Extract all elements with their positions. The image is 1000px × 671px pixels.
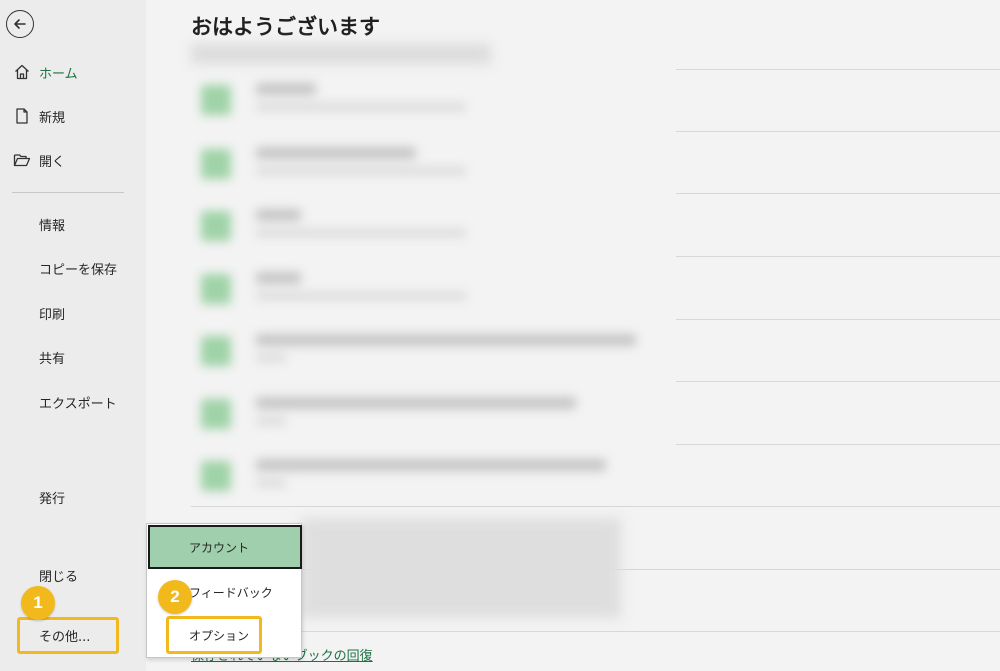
excel-file-icon xyxy=(201,336,231,366)
excel-file-icon xyxy=(201,399,231,429)
sidebar-item-publish[interactable]: 発行 xyxy=(0,479,146,515)
sidebar-item-label: 開く xyxy=(39,154,66,170)
divider xyxy=(676,381,1000,382)
blurred-file-path xyxy=(256,479,286,487)
blurred-file-name xyxy=(256,209,301,221)
sidebar-item-label: エクスポート xyxy=(39,396,117,412)
menu-item-label: オプション xyxy=(189,628,250,643)
divider xyxy=(676,69,1000,70)
menu-item-label: フィードバック xyxy=(189,585,273,600)
sidebar-item-label: コピーを保存 xyxy=(39,262,118,278)
divider xyxy=(676,319,1000,320)
recent-file-row[interactable] xyxy=(191,389,711,439)
recent-file-row[interactable] xyxy=(191,451,711,501)
divider xyxy=(676,256,1000,257)
excel-file-icon xyxy=(201,211,231,241)
divider xyxy=(676,131,1000,132)
sidebar-item-label: 新規 xyxy=(39,110,66,126)
excel-file-icon xyxy=(201,85,231,115)
excel-file-icon xyxy=(201,461,231,491)
sidebar-item-home[interactable]: ホーム xyxy=(0,54,146,90)
blurred-file-path xyxy=(256,103,466,111)
step-2-badge: 2 xyxy=(158,580,192,614)
sidebar-item-label: 発行 xyxy=(39,491,66,507)
menu-item-options[interactable]: オプション xyxy=(166,616,262,654)
blurred-file-path xyxy=(256,229,466,237)
step-1-badge: 1 xyxy=(21,586,55,620)
divider xyxy=(676,444,1000,445)
divider xyxy=(676,193,1000,194)
recent-file-row[interactable] xyxy=(191,201,711,251)
blurred-file-path xyxy=(256,417,286,425)
more-highlight-box xyxy=(17,617,119,654)
recent-file-row[interactable] xyxy=(191,264,711,314)
blurred-file-name xyxy=(256,83,316,95)
blurred-file-path xyxy=(256,292,466,300)
blurred-file-name xyxy=(256,147,416,159)
excel-file-icon xyxy=(201,149,231,179)
page-title: おはようございます xyxy=(191,15,380,39)
blurred-file-path xyxy=(256,354,286,362)
new-document-icon xyxy=(12,106,32,126)
menu-item-label: アカウント xyxy=(189,540,250,555)
recent-file-row[interactable] xyxy=(191,75,711,125)
recent-file-row[interactable] xyxy=(191,326,711,376)
sidebar-item-label: 印刷 xyxy=(39,307,66,323)
blurred-bottom-area xyxy=(301,518,621,618)
sidebar-item-share[interactable]: 共有 xyxy=(0,339,146,375)
sidebar-divider xyxy=(12,192,124,193)
menu-item-account[interactable]: アカウント xyxy=(148,525,302,569)
blurred-file-path xyxy=(256,167,466,175)
sidebar-item-save-copy[interactable]: コピーを保存 xyxy=(0,250,146,286)
blurred-file-name xyxy=(256,272,301,284)
recent-file-row[interactable] xyxy=(191,139,711,189)
sidebar-item-label: 閉じる xyxy=(39,569,79,585)
arrow-left-icon xyxy=(14,19,26,29)
sidebar-item-label: ホーム xyxy=(39,66,78,82)
blurred-file-name xyxy=(256,334,636,346)
sidebar-item-info[interactable]: 情報 xyxy=(0,206,146,242)
sidebar-item-new[interactable]: 新規 xyxy=(0,98,146,134)
divider xyxy=(191,631,1000,632)
backstage-sidebar: ホーム 新規 開く 情報 コピーを保存 印刷 共有 エクスポート 発行 閉じる … xyxy=(0,0,146,671)
blurred-file-name xyxy=(256,397,576,409)
excel-file-icon xyxy=(201,274,231,304)
blurred-file-name xyxy=(256,459,606,471)
home-icon xyxy=(12,62,32,82)
sidebar-item-export[interactable]: エクスポート xyxy=(0,384,146,420)
sidebar-item-open[interactable]: 開く xyxy=(0,142,146,178)
blurred-template-strip xyxy=(191,44,491,64)
sidebar-item-close[interactable]: 閉じる xyxy=(0,557,146,593)
back-button[interactable] xyxy=(6,10,34,38)
divider xyxy=(191,506,1000,507)
open-folder-icon xyxy=(12,150,32,170)
sidebar-item-label: 共有 xyxy=(39,351,66,367)
sidebar-item-print[interactable]: 印刷 xyxy=(0,295,146,331)
sidebar-item-label: 情報 xyxy=(39,218,66,234)
